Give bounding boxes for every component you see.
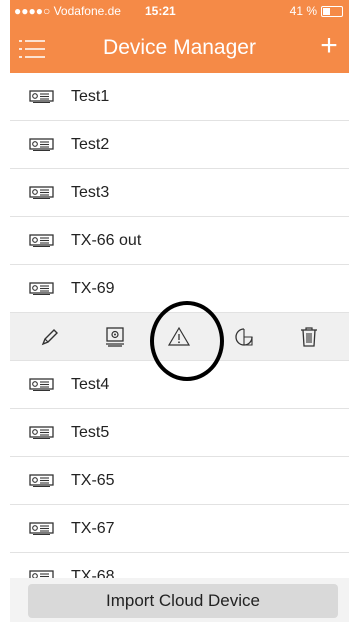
trash-icon bbox=[300, 326, 317, 347]
warning-icon bbox=[168, 326, 191, 346]
device-name: TX-67 bbox=[71, 519, 115, 537]
device-icon bbox=[29, 185, 54, 199]
device-name: TX-65 bbox=[71, 471, 115, 489]
device-list: Test1 Test2 Test3 TX-66 out TX-69 Test4 … bbox=[10, 73, 349, 578]
device-name: Test5 bbox=[71, 423, 110, 441]
device-settings-icon bbox=[105, 326, 124, 347]
device-row[interactable]: TX-65 bbox=[10, 457, 349, 505]
device-row[interactable]: Test1 bbox=[10, 73, 349, 121]
device-icon bbox=[29, 569, 54, 578]
device-name: TX-68 bbox=[71, 567, 115, 579]
device-icon bbox=[29, 377, 54, 391]
device-row[interactable]: TX-67 bbox=[10, 505, 349, 553]
device-icon bbox=[29, 137, 54, 151]
device-icon bbox=[29, 521, 54, 535]
device-icon bbox=[29, 89, 54, 103]
device-row[interactable]: TX-68 bbox=[10, 553, 349, 578]
import-cloud-device-button[interactable]: Import Cloud Device bbox=[28, 584, 338, 618]
battery-percent: 41 % bbox=[289, 4, 317, 18]
top-bar: ●●●●○ Vodafone.de 15:21 41 % Device Mana… bbox=[10, 0, 349, 73]
status-time: 15:21 bbox=[145, 4, 176, 18]
device-icon bbox=[29, 425, 54, 439]
edit-button[interactable] bbox=[36, 323, 64, 351]
nav-bar: Device Manager + bbox=[10, 22, 349, 73]
clock-icon bbox=[235, 327, 253, 346]
bottom-bar: Import Cloud Device bbox=[10, 578, 349, 622]
page-title: Device Manager bbox=[103, 36, 256, 59]
device-name: Test3 bbox=[71, 183, 110, 201]
device-name: Test1 bbox=[71, 87, 110, 105]
warning-button[interactable] bbox=[165, 323, 193, 351]
device-icon bbox=[29, 233, 54, 247]
device-icon bbox=[29, 473, 54, 487]
carrier-label: ●●●●○ Vodafone.de bbox=[14, 4, 121, 18]
add-device-button[interactable]: + bbox=[315, 30, 343, 64]
battery-icon bbox=[321, 5, 343, 17]
delete-button[interactable] bbox=[295, 323, 323, 351]
device-icon bbox=[29, 281, 54, 295]
device-row[interactable]: Test5 bbox=[10, 409, 349, 457]
device-row[interactable]: TX-69 bbox=[10, 265, 349, 313]
device-row[interactable]: Test2 bbox=[10, 121, 349, 169]
device-row[interactable]: TX-66 out bbox=[10, 217, 349, 265]
device-row[interactable]: Test4 bbox=[10, 361, 349, 409]
device-name: TX-66 out bbox=[71, 231, 142, 249]
device-settings-button[interactable] bbox=[101, 323, 129, 351]
device-action-bar bbox=[10, 301, 349, 381]
device-name: Test4 bbox=[71, 375, 110, 393]
pencil-icon bbox=[42, 328, 59, 345]
device-name: Test2 bbox=[71, 135, 110, 153]
schedule-button[interactable] bbox=[230, 323, 258, 351]
device-name: TX-69 bbox=[71, 279, 115, 297]
app-screen: ●●●●○ Vodafone.de 15:21 41 % Device Mana… bbox=[10, 0, 349, 622]
battery-status: 41 % bbox=[290, 0, 343, 22]
status-bar: ●●●●○ Vodafone.de 15:21 41 % bbox=[10, 0, 349, 22]
device-row[interactable]: Test3 bbox=[10, 169, 349, 217]
